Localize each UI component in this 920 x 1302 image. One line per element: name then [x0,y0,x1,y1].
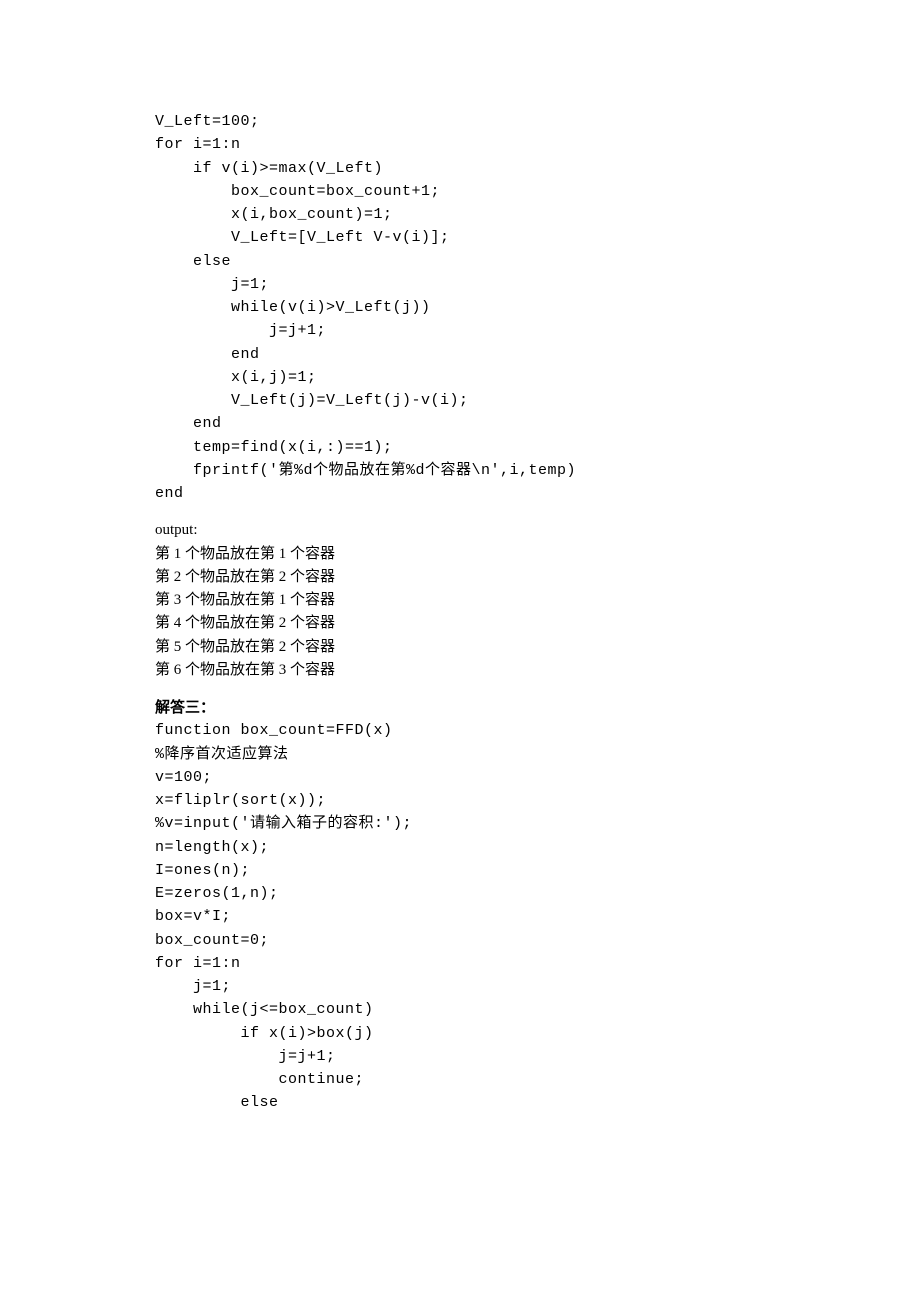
code-block-2: function box_count=FFD(x) %降序首次适应算法 v=10… [155,719,765,1114]
code-block-1: V_Left=100; for i=1:n if v(i)>=max(V_Lef… [155,110,765,505]
output-lines: 第 1 个物品放在第 1 个容器 第 2 个物品放在第 2 个容器 第 3 个物… [155,543,765,683]
spacer [155,505,765,519]
spacer [155,682,765,696]
section-heading: 解答三： [155,696,765,719]
output-label: output: [155,519,765,542]
